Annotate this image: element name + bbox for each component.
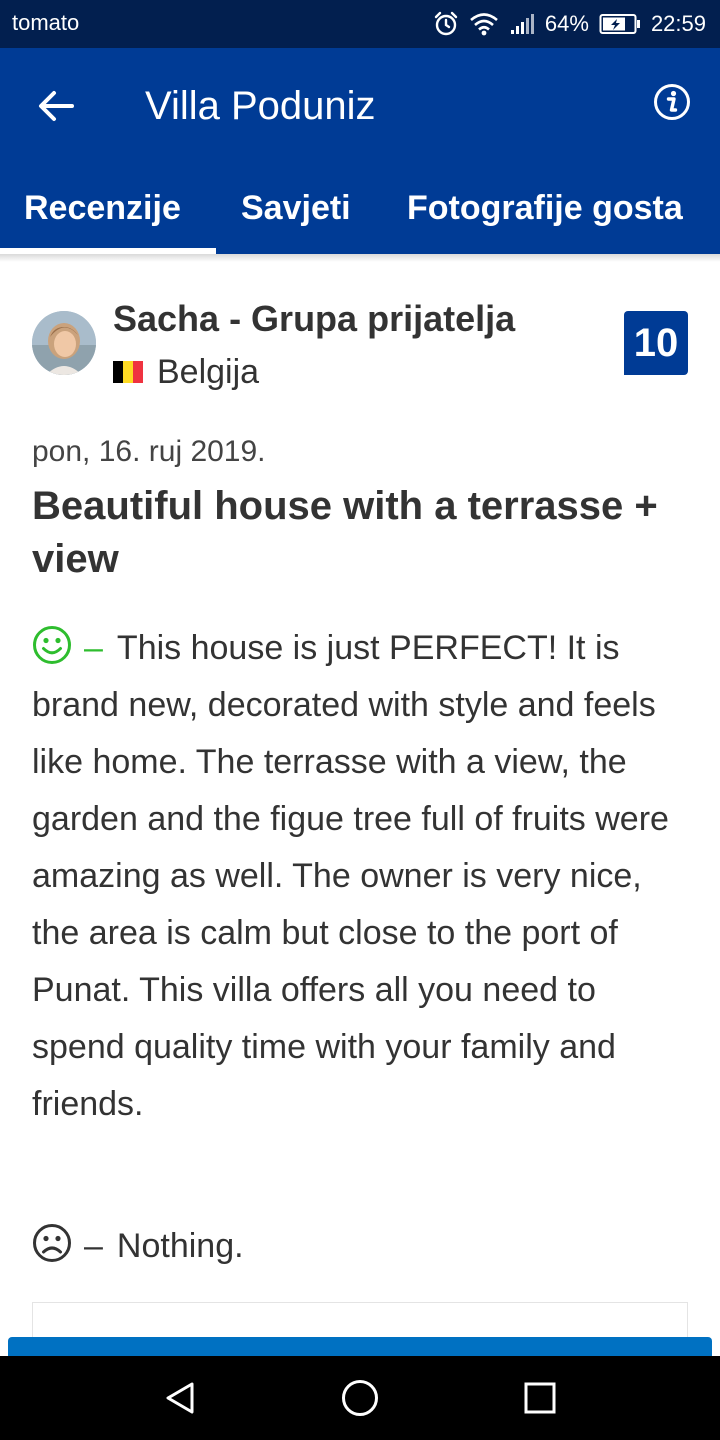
battery-percent: 64% (544, 11, 589, 36)
tab-tips[interactable]: Savjeti (241, 178, 351, 254)
nav-recents-icon (524, 1382, 556, 1414)
country-name: Belgija (157, 352, 260, 391)
back-button[interactable] (28, 78, 84, 134)
frown-icon (33, 1224, 71, 1262)
nav-recents-button[interactable] (516, 1374, 564, 1422)
wifi-icon (470, 13, 498, 36)
tab-bar-shadow (0, 254, 720, 262)
arrow-left-icon (39, 91, 74, 121)
review-score-badge: 10 (624, 311, 688, 375)
carrier-name: tomato (12, 10, 80, 35)
signal-icon (510, 14, 534, 34)
battery-icon (599, 14, 640, 34)
tab-guest-photos[interactable]: Fotografije gosta (407, 178, 683, 254)
avatar (32, 311, 96, 375)
alarm-icon (434, 11, 458, 36)
nav-back-icon (166, 1382, 194, 1414)
status-icons: 64% 22:59 (433, 8, 706, 40)
belgium-flag-icon (113, 361, 143, 383)
tab-reviews[interactable]: Recenzije (24, 178, 181, 254)
smile-icon (33, 626, 71, 664)
nav-back-button[interactable] (156, 1374, 204, 1422)
reviewer-name: Sacha - Grupa prijatelja (113, 298, 516, 339)
review-date: pon, 16. ruj 2019. (32, 435, 266, 468)
clock: 22:59 (650, 11, 706, 36)
positive-dash: – (84, 629, 103, 667)
app-bar: Villa Poduniz Recenzije Savjeti Fotograf… (0, 48, 720, 254)
status-bar: tomato 64% 22:59 (0, 0, 720, 48)
negative-text: Nothing. (116, 1227, 244, 1265)
tab-bar: Recenzije Savjeti Fotografije gosta (0, 178, 720, 254)
positive-comment: – This house is just PERFECT! It is brand… (32, 620, 696, 1133)
system-nav-bar (0, 1356, 720, 1440)
reviewer-country: Belgija (113, 350, 259, 394)
negative-dash: – (84, 1227, 103, 1265)
page-title: Villa Poduniz (145, 84, 376, 128)
nav-home-icon (342, 1380, 378, 1416)
nav-home-button[interactable] (336, 1374, 384, 1422)
negative-comment: – Nothing. (32, 1218, 244, 1275)
info-icon (654, 84, 690, 120)
review-title: Beautiful house with a terrasse + view (32, 484, 658, 581)
positive-text: This house is just PERFECT! It is brand … (32, 629, 669, 1123)
info-button[interactable] (648, 78, 696, 126)
